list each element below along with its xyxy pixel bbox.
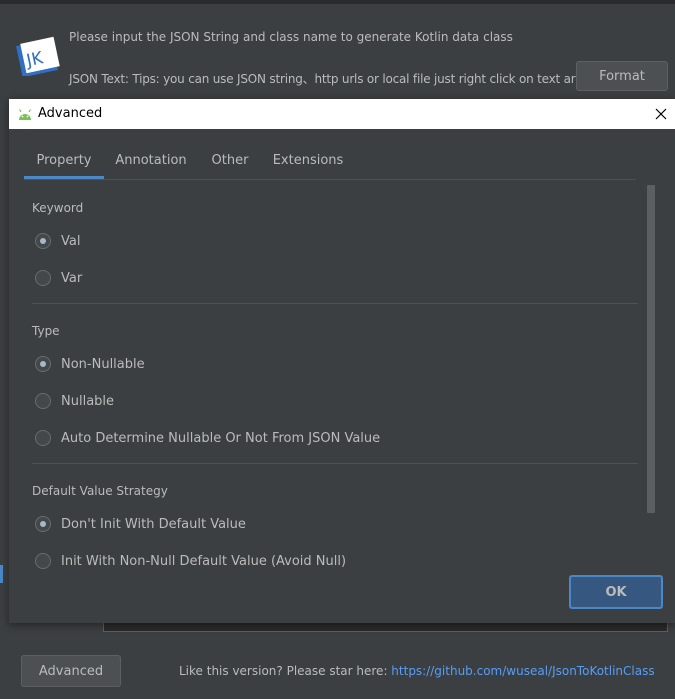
keyword-section-label: Keyword: [32, 201, 84, 215]
radio-no-default-value[interactable]: Don't Init With Default Value: [35, 513, 246, 535]
scrollbar-thumb[interactable]: [647, 185, 655, 513]
property-panel: Keyword Val Var Type Non-Nullable Nullab…: [24, 181, 644, 571]
radio-label: Don't Init With Default Value: [61, 516, 246, 532]
radio-button[interactable]: [35, 430, 51, 446]
radio-val[interactable]: Val: [35, 230, 80, 252]
android-icon: [17, 107, 33, 121]
github-link[interactable]: https://github.com/wuseal/JsonToKotlinCl…: [391, 664, 654, 678]
star-request-label: Like this version? Please star here:: [179, 664, 392, 678]
window-top-edge: [0, 0, 675, 4]
generator-prompt-text: Please input the JSON String and class n…: [69, 30, 513, 44]
radio-label: Val: [61, 233, 81, 249]
tab-property[interactable]: Property: [24, 143, 104, 179]
radio-label: Nullable: [61, 393, 115, 409]
tab-annotation[interactable]: Annotation: [114, 143, 188, 178]
tab-other[interactable]: Other: [210, 143, 250, 178]
dialog-titlebar: Advanced: [9, 99, 675, 129]
vertical-scrollbar[interactable]: [645, 185, 657, 513]
section-divider: [32, 303, 638, 304]
radio-button[interactable]: [35, 270, 51, 286]
left-edge-marker: [0, 565, 3, 583]
radio-button[interactable]: [35, 356, 51, 372]
radio-button[interactable]: [35, 393, 51, 409]
section-divider: [32, 463, 638, 464]
radio-label: Var: [61, 270, 83, 286]
radio-label: Init With Non-Null Default Value (Avoid …: [61, 553, 347, 569]
advanced-dialog: Advanced Property Annotation Other Exten…: [9, 99, 675, 623]
format-button[interactable]: Format: [576, 61, 668, 91]
radio-label: Auto Determine Nullable Or Not From JSON…: [61, 430, 381, 446]
dialog-title: Advanced: [38, 106, 103, 121]
ok-button[interactable]: OK: [569, 575, 663, 609]
tab-bar: Property Annotation Other Extensions: [24, 143, 636, 180]
radio-nullable[interactable]: Nullable: [35, 390, 114, 412]
radio-auto-determine-nullable[interactable]: Auto Determine Nullable Or Not From JSON…: [35, 427, 380, 449]
advanced-button[interactable]: Advanced: [21, 655, 121, 687]
radio-button[interactable]: [35, 516, 51, 532]
json-text-tips: JSON Text: Tips: you can use JSON string…: [69, 72, 590, 86]
radio-non-null-default-value[interactable]: Init With Non-Null Default Value (Avoid …: [35, 550, 346, 571]
tab-extensions[interactable]: Extensions: [273, 143, 344, 178]
radio-button[interactable]: [35, 233, 51, 249]
jk-logo-icon: JK: [16, 36, 60, 78]
star-request: Like this version? Please star here: htt…: [179, 664, 655, 678]
radio-label: Non-Nullable: [61, 356, 145, 372]
radio-button[interactable]: [35, 553, 51, 569]
type-section-label: Type: [32, 324, 60, 338]
default-value-section-label: Default Value Strategy: [32, 484, 168, 498]
radio-non-nullable[interactable]: Non-Nullable: [35, 353, 145, 375]
close-icon[interactable]: [651, 104, 671, 124]
radio-var[interactable]: Var: [35, 267, 82, 289]
